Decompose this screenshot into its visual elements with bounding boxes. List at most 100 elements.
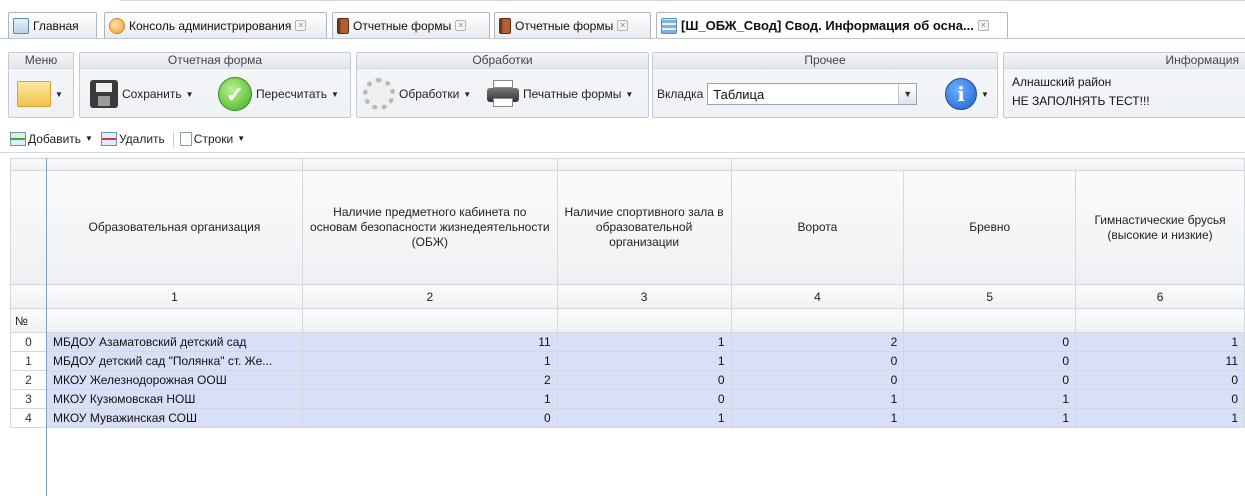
chevron-down-icon[interactable]: ▼ [898,84,917,104]
value-cell[interactable]: 1 [301,351,558,371]
column-header[interactable]: Бревно [903,170,1077,285]
value-cell[interactable]: 0 [730,370,905,390]
tab-report-forms-1[interactable]: Отчетные формы × [332,12,490,38]
tab-label: Отчетные формы [353,18,452,33]
value-cell[interactable]: 1 [903,408,1077,428]
tab-home[interactable]: Главная [8,12,97,38]
column-number: 1 [45,284,303,309]
value-cell[interactable]: 1 [730,408,905,428]
column-number: 6 [1075,284,1245,309]
toolbar-separator [172,130,174,147]
value-cell[interactable]: 0 [556,389,732,409]
grid-icon [661,17,677,34]
column-header[interactable]: Гимнастические брусья (высокие и низкие) [1075,170,1245,285]
chevron-down-icon: ▼ [185,89,194,99]
value-cell[interactable]: 0 [730,351,905,371]
row-number: 4 [10,408,47,428]
info-button[interactable]: i ▼ [945,77,989,111]
value-cell[interactable]: 1 [1075,408,1245,428]
close-icon[interactable]: × [617,20,629,31]
chevron-down-icon: ▼ [331,89,339,99]
column-number-row: 1 2 3 4 5 6 [10,284,1245,309]
menu-button[interactable]: ▼ [17,77,63,111]
frozen-column-divider [46,158,47,496]
print-forms-label: Печатные формы [523,87,622,101]
rows-button[interactable]: Строки ▼ [179,131,246,146]
value-cell[interactable]: 0 [301,408,558,428]
book-icon [337,17,349,34]
processing-button[interactable]: Обработки ▼ [363,77,471,111]
recalculate-label: Пересчитать [256,87,327,101]
group-other: Прочее Вкладка Таблица ▼ i ▼ [652,52,998,118]
header-row: Образовательная организация Наличие пред… [10,170,1245,285]
org-cell[interactable]: МКОУ Железнодорожная ООШ [45,370,303,390]
close-icon[interactable]: × [295,20,307,31]
row-number: 3 [10,389,47,409]
table-row[interactable]: 0 МБДОУ Азаматовский детский сад 11 1 2 … [10,332,1245,352]
delete-row-icon [100,131,117,146]
value-cell[interactable]: 1 [730,389,905,409]
console-icon [109,17,125,34]
value-cell[interactable]: 0 [556,370,732,390]
recalculate-button[interactable]: ✓ Пересчитать ▼ [218,77,339,111]
value-cell[interactable]: 0 [903,370,1077,390]
column-header[interactable]: Наличие предметного кабинета по основам … [301,170,558,285]
column-header[interactable]: Наличие спортивного зала в образовательн… [556,170,732,285]
tab-select[interactable]: Таблица ▼ [707,83,918,105]
value-cell[interactable]: 1 [301,389,558,409]
print-forms-button[interactable]: Печатные формы ▼ [487,77,633,111]
value-cell[interactable]: 11 [301,332,558,352]
value-cell[interactable]: 0 [1075,370,1245,390]
add-row-icon [10,131,26,146]
column-header[interactable]: Ворота [730,170,905,285]
row-number: 2 [10,370,47,390]
header-spacer-row [10,158,1245,171]
column-header[interactable]: Образовательная организация [45,170,303,285]
group-processing: Обработки Обработки ▼ Печатные формы ▼ [356,52,649,118]
value-cell[interactable]: 11 [1075,351,1245,371]
table-row[interactable]: 1 МБДОУ детский сад "Полянка" ст. Же... … [10,351,1245,371]
close-icon[interactable]: × [977,20,989,31]
value-cell[interactable]: 0 [903,351,1077,371]
org-cell[interactable]: МБДОУ детский сад "Полянка" ст. Же... [45,351,303,371]
chevron-down-icon: ▼ [237,134,246,143]
value-cell[interactable]: 2 [301,370,558,390]
value-cell[interactable]: 0 [903,332,1077,352]
chevron-down-icon: ▼ [85,134,93,143]
value-cell[interactable]: 1 [1075,332,1245,352]
save-button[interactable]: Сохранить ▼ [90,77,194,111]
org-cell[interactable]: МКОУ Муважинская СОШ [45,408,303,428]
close-icon[interactable]: × [455,20,467,31]
number-label-row: № [10,308,1245,333]
tab-report-forms-2[interactable]: Отчетные формы × [494,12,651,38]
value-cell[interactable]: 1 [556,351,732,371]
value-cell[interactable]: 1 [556,408,732,428]
value-cell[interactable]: 1 [903,389,1077,409]
delete-label: Удалить [118,131,165,146]
value-cell[interactable]: 0 [1075,389,1245,409]
tab-bar: Главная Консоль администрирования × Отче… [0,10,1245,39]
value-cell[interactable]: 1 [556,332,732,352]
value-cell[interactable]: 2 [730,332,905,352]
tab-label: Главная [33,18,79,33]
tab-label: [Ш_ОБЖ_Свод] Свод. Информация об осна... [681,18,974,33]
tab-label: Консоль администрирования [129,18,292,33]
tab-admin-console[interactable]: Консоль администрирования × [104,12,327,38]
table-row[interactable]: 4 МКОУ Муважинская СОШ 0 1 1 1 1 [10,408,1245,428]
info-note: НЕ ЗАПОЛНЯТЬ ТЕСТ!!! [1012,94,1150,108]
org-cell[interactable]: МБДОУ Азаматовский детский сад [45,332,303,352]
chevron-down-icon: ▼ [981,89,989,99]
org-cell[interactable]: МКОУ Кузюмовская НОШ [45,389,303,409]
info-region: Алнашский район [1012,75,1112,89]
group-info: Информация Алнашский район НЕ ЗАПОЛНЯТЬ … [1003,52,1245,118]
tab-summary-form[interactable]: [Ш_ОБЖ_Свод] Свод. Информация об осна...… [656,12,1008,38]
book-icon [499,17,511,34]
checkmark-icon: ✓ [218,77,252,111]
printer-icon [487,80,519,108]
table-row[interactable]: 2 МКОУ Железнодорожная ООШ 2 0 0 0 0 [10,370,1245,390]
table-row[interactable]: 3 МКОУ Кузюмовская НОШ 1 0 1 1 0 [10,389,1245,409]
top-border [120,0,1245,6]
chevron-down-icon: ▼ [55,89,63,99]
add-button[interactable]: Добавить ▼ [10,131,93,146]
delete-button[interactable]: Удалить [100,131,165,146]
